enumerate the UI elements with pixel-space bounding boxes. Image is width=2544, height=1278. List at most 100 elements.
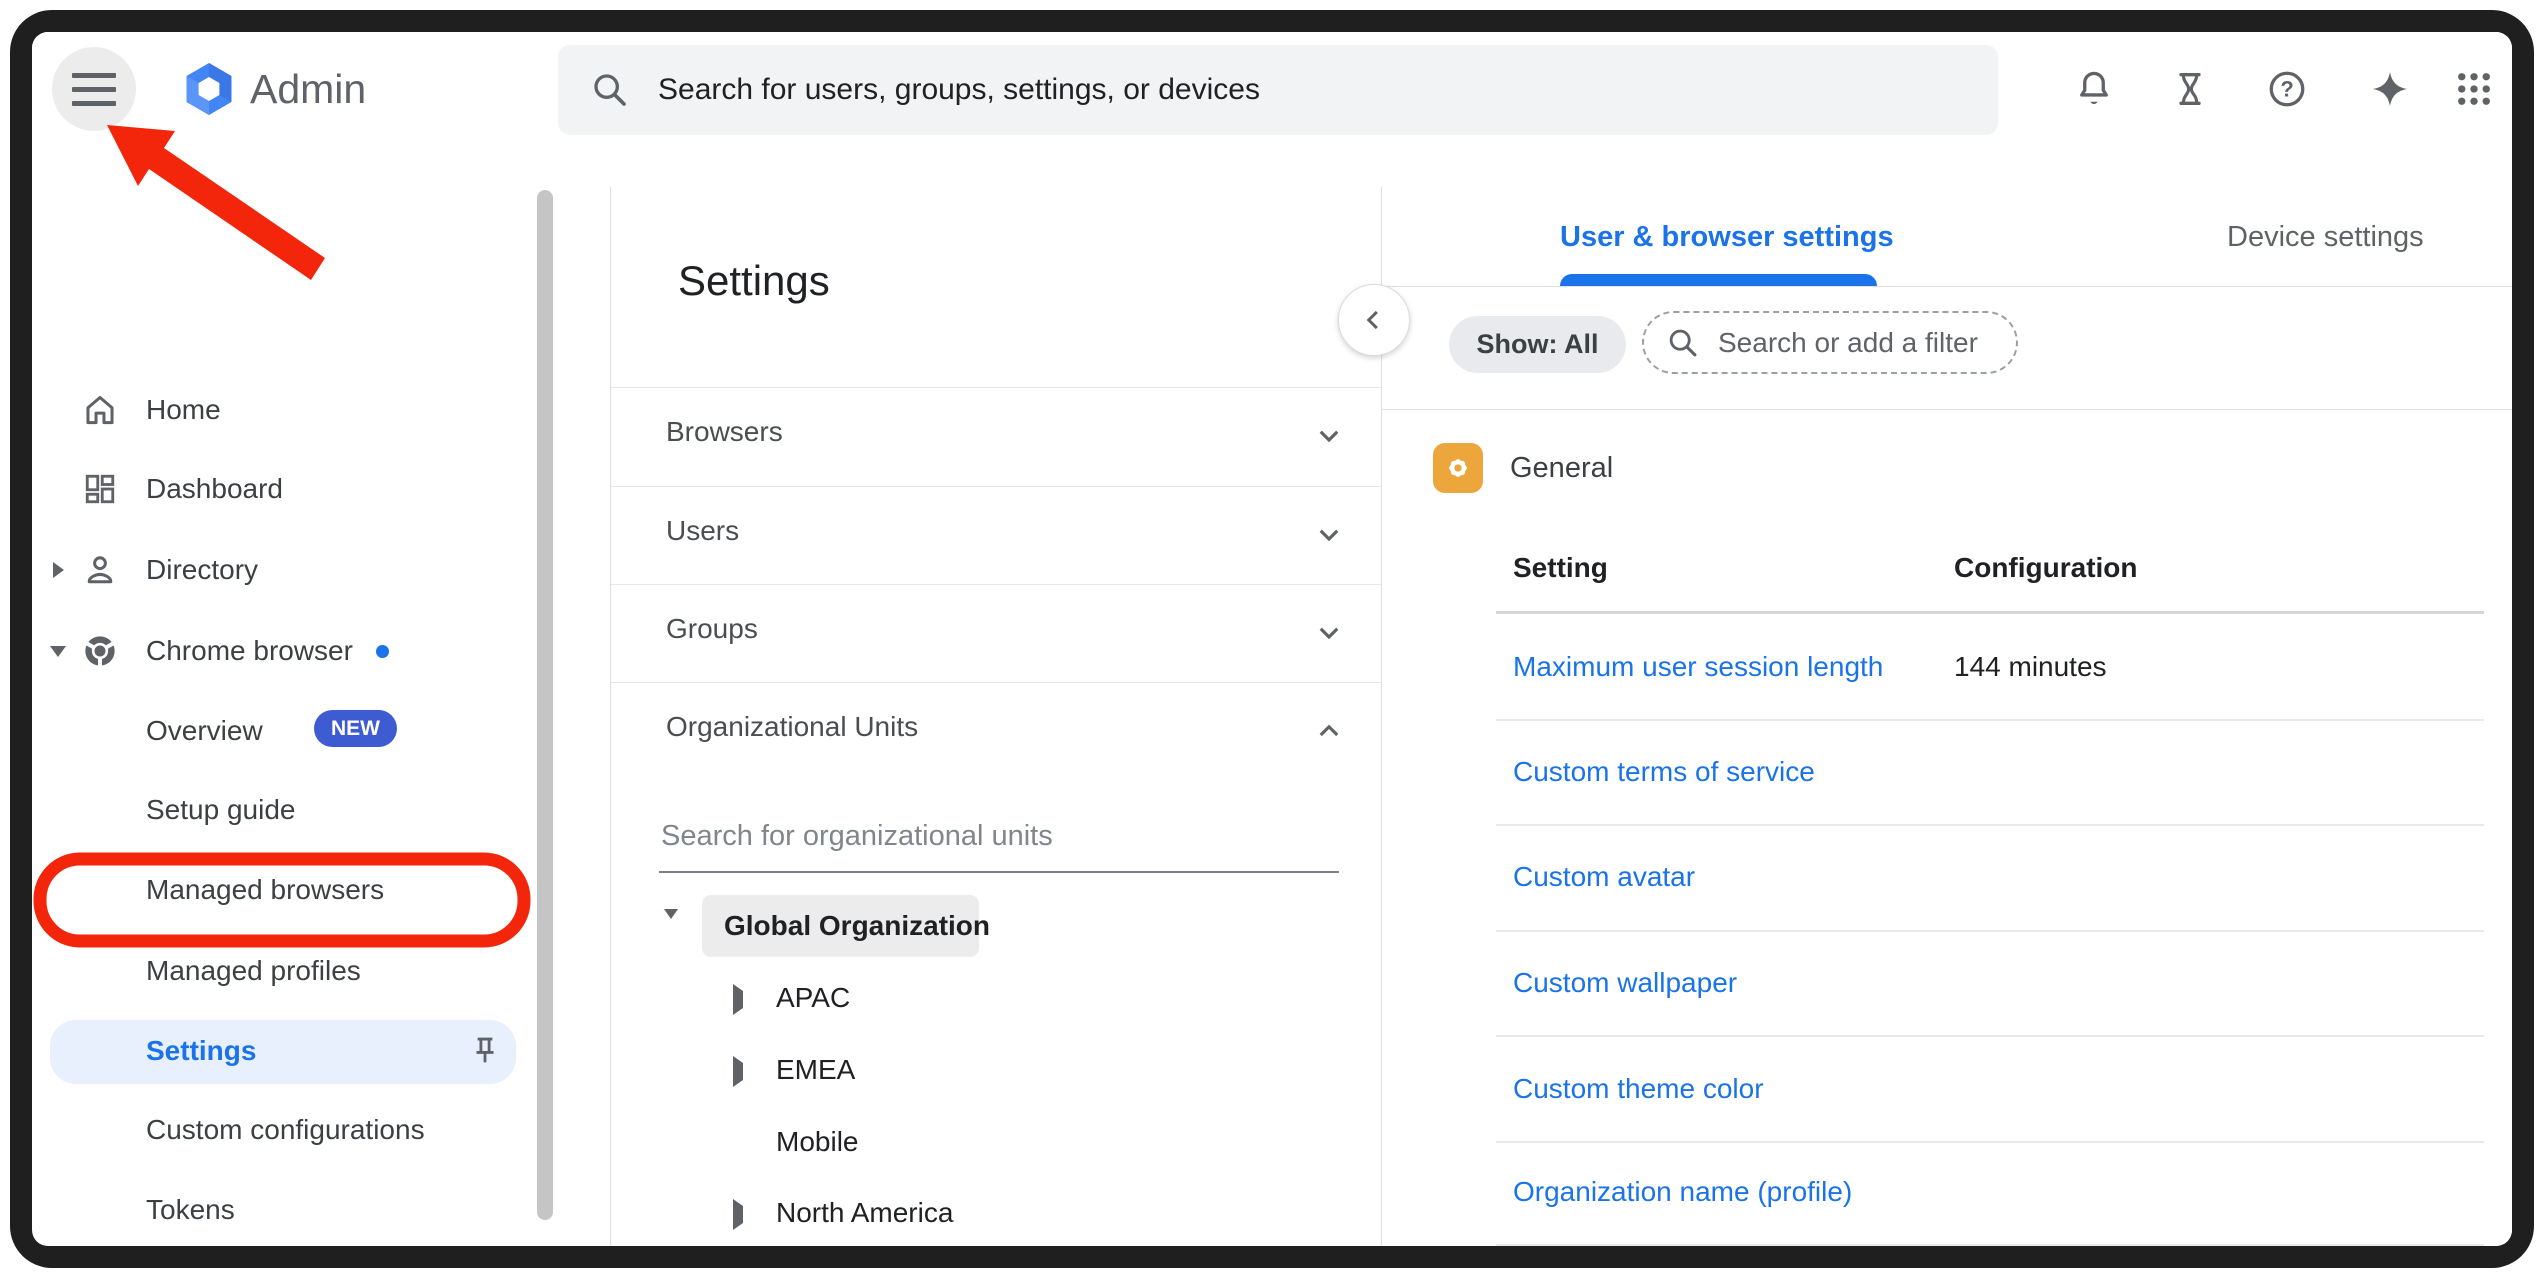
- google-admin-logo-icon: [182, 62, 236, 116]
- setting-link[interactable]: Maximum user session length: [1513, 635, 1883, 699]
- tree-expand-right-icon[interactable]: [733, 991, 743, 1009]
- home-icon: [78, 388, 122, 432]
- tab-device-settings[interactable]: Device settings: [2227, 205, 2424, 269]
- push-pin-icon: [468, 1034, 502, 1068]
- global-search-input[interactable]: [656, 72, 1940, 108]
- tab-user-browser-settings[interactable]: User & browser settings: [1560, 205, 1894, 269]
- notifications-button[interactable]: [2058, 53, 2130, 125]
- sidebar-item-label: Overview: [146, 715, 263, 747]
- sidebar-item-setup-guide[interactable]: Setup guide: [32, 778, 532, 842]
- sidebar-item-label: Managed browsers: [146, 874, 384, 906]
- chevron-up-icon: [1311, 713, 1347, 749]
- tree-expand-right-icon[interactable]: [733, 1206, 743, 1224]
- dashboard-icon: [78, 467, 122, 511]
- sidebar-item-label: Managed profiles: [146, 955, 361, 987]
- svg-text:?: ?: [2280, 77, 2293, 102]
- section-title: General: [1510, 437, 1613, 499]
- sidebar-item-managed-profiles[interactable]: Managed profiles: [32, 939, 532, 1003]
- sidebar-item-custom-configurations[interactable]: Custom configurations: [32, 1098, 532, 1162]
- tasks-button[interactable]: [2154, 53, 2226, 125]
- panel-title: Settings: [678, 257, 830, 305]
- table-row: Custom wallpaper: [1382, 951, 2484, 1015]
- show-filter-chip[interactable]: Show: All: [1449, 316, 1626, 373]
- notification-dot: [376, 645, 389, 658]
- column-header-configuration: Configuration: [1954, 536, 2138, 600]
- accordion-organizational-units[interactable]: Organizational Units: [611, 682, 1382, 780]
- chrome-icon: [78, 629, 122, 673]
- setting-link[interactable]: Custom terms of service: [1513, 740, 1815, 804]
- table-row: Organization name (profile): [1382, 1160, 2484, 1224]
- navigation-sidebar: Home Dashboard Directory: [32, 187, 610, 1246]
- tree-expand-down-icon[interactable]: [664, 919, 678, 937]
- filter-search[interactable]: [1642, 311, 2018, 374]
- expand-right-icon[interactable]: [46, 562, 70, 578]
- sidebar-item-label: Dashboard: [146, 473, 283, 505]
- collapse-panel-button[interactable]: [1338, 284, 1410, 356]
- setting-link[interactable]: Organization name (profile): [1513, 1160, 1852, 1224]
- table-row: Custom theme color: [1382, 1057, 2484, 1121]
- gemini-button[interactable]: [2354, 53, 2426, 125]
- tree-item-mobile[interactable]: Mobile: [611, 1111, 1311, 1173]
- admin-console-window: Admin ?: [32, 32, 2512, 1246]
- setting-link[interactable]: Custom wallpaper: [1513, 951, 1737, 1015]
- active-tab-underline: [1560, 274, 1877, 286]
- apps-grid-button[interactable]: [2438, 53, 2510, 125]
- accordion-users[interactable]: Users: [611, 486, 1382, 584]
- table-row: Custom terms of service: [1382, 740, 2484, 804]
- expand-down-icon[interactable]: [46, 646, 70, 657]
- setting-configuration: 144 minutes: [1954, 635, 2107, 699]
- sparkle-icon: [2369, 68, 2411, 110]
- accordion-groups[interactable]: Groups: [611, 584, 1382, 682]
- sidebar-item-label: Directory: [146, 554, 258, 586]
- org-unit-search-underline: [659, 871, 1339, 873]
- sidebar-item-managed-browsers[interactable]: Managed browsers: [32, 858, 532, 922]
- accordion-label: Organizational Units: [666, 711, 918, 743]
- table-row: Custom avatar: [1382, 845, 2484, 909]
- sidebar-item-label: Setup guide: [146, 794, 295, 826]
- tree-item-apac[interactable]: APAC: [611, 967, 1311, 1029]
- filter-search-input[interactable]: [1716, 326, 1990, 360]
- sidebar-item-tokens[interactable]: Tokens: [32, 1178, 532, 1242]
- org-unit-search[interactable]: [659, 805, 1339, 869]
- chevron-left-icon: [1357, 303, 1391, 337]
- new-badge: NEW: [314, 710, 397, 747]
- table-row: Maximum user session length 144 minutes: [1382, 635, 2484, 699]
- chevron-down-icon: [1311, 517, 1347, 553]
- gear-icon: [1441, 451, 1475, 485]
- accordion-label: Groups: [666, 613, 758, 645]
- tree-item-emea[interactable]: EMEA: [611, 1039, 1311, 1101]
- setting-link[interactable]: Custom theme color: [1513, 1057, 1764, 1121]
- sidebar-scrollbar[interactable]: [537, 190, 553, 1220]
- sidebar-item-dashboard[interactable]: Dashboard: [32, 457, 532, 521]
- search-icon: [1666, 326, 1700, 360]
- accordion-label: Users: [666, 515, 739, 547]
- chevron-down-icon: [1311, 615, 1347, 651]
- sidebar-item-settings[interactable]: Settings: [32, 1019, 532, 1083]
- sidebar-item-directory[interactable]: Directory: [32, 538, 532, 602]
- tree-item-north-america[interactable]: North America: [611, 1182, 1311, 1244]
- sidebar-item-label: Custom configurations: [146, 1114, 425, 1146]
- help-button[interactable]: ?: [2251, 53, 2323, 125]
- help-icon: ?: [2266, 68, 2308, 110]
- column-header-setting: Setting: [1513, 536, 1608, 600]
- product-title: Admin: [250, 65, 366, 113]
- sidebar-item-chrome-browser[interactable]: Chrome browser: [32, 619, 532, 683]
- sidebar-item-home[interactable]: Home: [32, 378, 532, 442]
- top-app-bar: Admin ?: [32, 32, 2512, 187]
- search-icon: [590, 70, 630, 110]
- tree-item-global-organization[interactable]: Global Organization: [611, 895, 1311, 957]
- org-unit-search-input[interactable]: [659, 819, 1323, 854]
- tree-expand-right-icon[interactable]: [733, 1063, 743, 1081]
- accordion-browsers[interactable]: Browsers: [611, 387, 1382, 485]
- main-menu-button[interactable]: [52, 47, 136, 131]
- bell-icon: [2073, 68, 2115, 110]
- pin-button[interactable]: [460, 1019, 510, 1083]
- sidebar-item-label: Chrome browser: [146, 635, 353, 667]
- chevron-down-icon: [1311, 418, 1347, 454]
- settings-detail-panel: User & browser settings Device settings …: [1382, 187, 2512, 1246]
- sidebar-item-label: Tokens: [146, 1194, 235, 1226]
- table-header-divider: [1496, 611, 2484, 614]
- setting-link[interactable]: Custom avatar: [1513, 845, 1695, 909]
- global-search-bar[interactable]: [558, 45, 1998, 135]
- sidebar-item-overview[interactable]: Overview NEW: [32, 699, 532, 763]
